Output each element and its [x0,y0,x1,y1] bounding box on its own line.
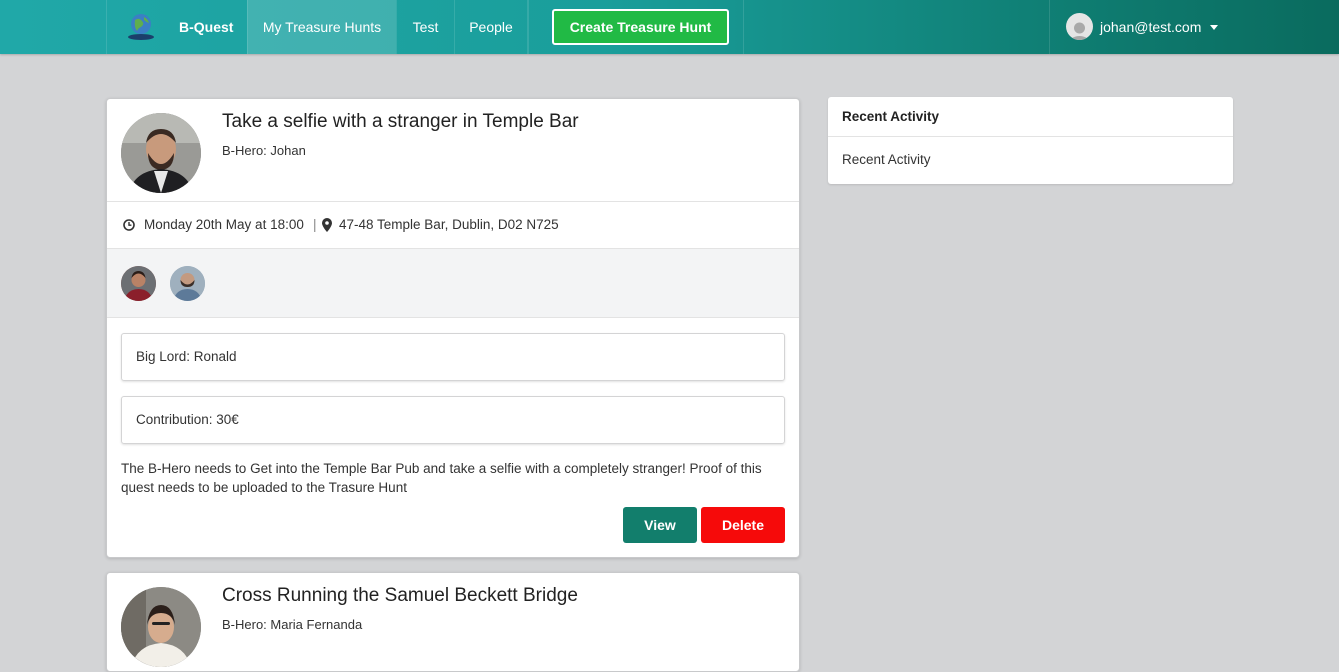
create-button-container: Create Treasure Hunt [528,0,744,54]
user-avatar-icon [1066,13,1093,40]
caret-down-icon [1210,25,1218,30]
hunt-title: Take a selfie with a stranger in Temple … [222,111,579,132]
globe-logo-icon [128,14,154,40]
participant-avatar[interactable] [121,266,156,301]
user-email: johan@test.com [1100,19,1202,35]
contribution-segment: Contribution: 30€ [121,396,785,444]
hunt-hero: B-Hero: Maria Fernanda [222,617,363,632]
create-treasure-hunt-button[interactable]: Create Treasure Hunt [552,9,729,45]
nav-test[interactable]: Test [396,0,454,54]
top-menu-bar: B-Quest My Treasure Hunts Test People Cr… [0,0,1339,54]
nav-people[interactable]: People [454,0,528,54]
hunt-hero: B-Hero: Johan [222,143,306,158]
treasure-hunt-card: Cross Running the Samuel Beckett Bridge … [106,572,800,672]
participants-row [107,249,799,318]
clock-icon [123,219,135,231]
recent-activity-body: Recent Activity [842,152,931,167]
brand-link[interactable]: B-Quest [106,0,247,54]
meta-separator: | [313,217,317,232]
hero-avatar [121,113,201,193]
map-pin-icon [322,218,332,232]
recent-activity-panel: Recent Activity Recent Activity [828,97,1233,184]
nav-my-treasure-hunts[interactable]: My Treasure Hunts [247,0,396,54]
delete-button[interactable]: Delete [701,507,785,543]
hunt-location: 47-48 Temple Bar, Dublin, D02 N725 [339,217,559,232]
hero-avatar [121,587,201,667]
treasure-hunt-card: Take a selfie with a stranger in Temple … [106,98,800,558]
hunt-description: The B-Hero needs to Get into the Temple … [121,461,762,495]
recent-activity-header: Recent Activity [828,97,1233,137]
big-lord-segment: Big Lord: Ronald [121,333,785,381]
user-menu[interactable]: johan@test.com [1049,0,1339,54]
view-button[interactable]: View [623,507,697,543]
brand-name: B-Quest [179,19,234,35]
hunt-meta-row: Monday 20th May at 18:00 | 47-48 Temple … [107,201,799,249]
hunt-datetime: Monday 20th May at 18:00 [144,217,304,232]
hunt-title: Cross Running the Samuel Beckett Bridge [222,585,578,606]
participant-avatar[interactable] [170,266,205,301]
